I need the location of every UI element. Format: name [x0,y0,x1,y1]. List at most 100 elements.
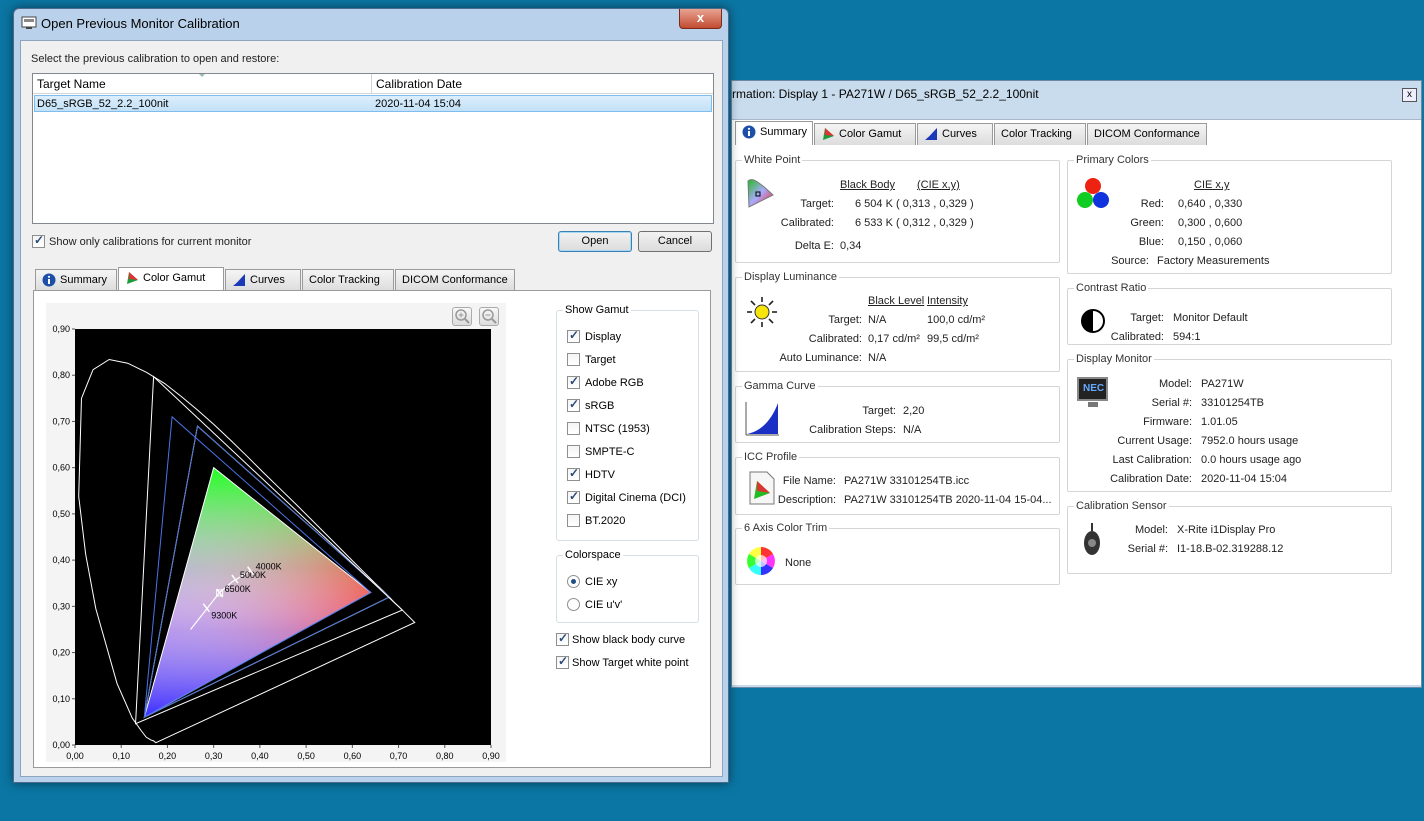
y-tick-label: 0,90 [52,324,70,334]
steps-label: Calibration Steps: [809,424,896,436]
red-value: 0,640 , 0,330 [1178,198,1243,210]
close-button[interactable]: x [1402,88,1417,102]
group-title: Primary Colors [1074,154,1151,166]
show-only-current-label: Show only calibrations for current monit… [49,236,252,248]
calibrated-value: 594:1 [1173,331,1201,343]
target-white-checkbox[interactable] [556,654,569,669]
model-value: X-Rite i1Display Pro [1177,524,1276,536]
target-label: Target: [828,314,862,326]
y-tick-label: 0,80 [52,370,70,380]
cie-uv-radio[interactable] [567,598,580,611]
curve-icon [925,128,937,141]
tab-label: Color Tracking [309,274,380,286]
black-body-label: Show black body curve [572,634,686,646]
cie-header: CIE x,y [1194,179,1230,191]
gamut-icon [823,128,834,141]
description-value: PA271W 33101254TB 2020-11-04 15-04... [844,494,1052,506]
tab-label: Color Gamut [839,128,902,140]
tab-summary[interactable]: Summary [35,269,117,291]
tab-label: Color Tracking [1001,128,1072,140]
tab-curves[interactable]: Curves [225,269,301,291]
intensity-header: Intensity [927,295,968,307]
gamut-checkbox-smpte-c[interactable] [567,445,580,458]
target-label: Target: [1130,312,1164,324]
gamut-checkbox-ntsc-1953[interactable] [567,422,580,435]
gamut-option-label: BT.2020 [585,515,626,527]
info-icon [42,273,56,287]
gamut-checkbox-bt-2020[interactable] [567,514,580,527]
cie-xy-radio[interactable] [567,575,580,588]
tab-dicom[interactable]: DICOM Conformance [395,269,515,291]
calibration-list[interactable]: Target Name Calibration Date D65_sRGB_52… [32,73,714,224]
tab-dicom[interactable]: DICOM Conformance [1087,123,1207,145]
tab-color-gamut[interactable]: Color Gamut [118,267,224,292]
calibration-date-label: Calibration Date: [1110,473,1192,485]
colorspace-group: Colorspace [556,549,699,623]
column-label: Target Name [37,77,106,91]
cie-header: (CIE x,y) [917,179,960,191]
open-button[interactable]: Open [558,231,632,252]
calibrated-black: 0,17 cd/m² [868,333,920,345]
list-row[interactable]: D65_sRGB_52_2.2_100nit 2020-11-04 15:04 [34,95,712,112]
auto-luminance-value: N/A [868,352,887,364]
last-calibration-value: 0.0 hours usage ago [1201,454,1302,466]
tab-curves[interactable]: Curves [917,123,993,145]
cancel-button[interactable]: Cancel [638,231,712,252]
auto-luminance-label: Auto Luminance: [779,352,862,364]
model-value: PA271W [1201,378,1244,390]
delta-label: Delta E: [794,240,834,252]
tab-label: Color Gamut [143,272,206,284]
y-tick-label: 0,00 [52,740,70,750]
x-tick-label: 0,80 [436,751,454,761]
y-tick-label: 0,40 [52,555,70,565]
y-tick-label: 0,70 [52,416,70,426]
black-body-checkbox[interactable] [556,631,569,646]
y-tick-label: 0,50 [52,509,70,519]
tab-summary[interactable]: Summary [735,121,813,145]
column-target-name[interactable]: Target Name [33,74,372,94]
gamma-group: Gamma Curve Target: 2,20 Calibration Ste… [735,380,1060,443]
gamut-option-label: HDTV [585,469,615,481]
x-tick-label: 0,10 [112,751,130,761]
gamut-checkbox-hdtv[interactable] [567,466,580,481]
source-value: Factory Measurements [1157,255,1270,267]
gamut-checkbox-digital-cinema-dci[interactable] [567,489,580,504]
green-label: Green: [1130,217,1164,229]
target-black: N/A [868,314,887,326]
tab-color-tracking[interactable]: Color Tracking [994,123,1086,145]
group-title: 6 Axis Color Trim [742,522,830,534]
gamut-checkbox-target[interactable] [567,353,580,366]
y-tick-label: 0,10 [52,694,70,704]
gamut-option-label: NTSC (1953) [585,423,650,435]
firmware-value: 1.01.05 [1201,416,1238,428]
close-button[interactable]: x [679,9,722,29]
target-label: Target: [800,198,834,210]
calibrated-label: Calibrated: [780,217,834,229]
open-calibration-dialog: Open Previous Monitor Calibration x Sele… [13,8,729,783]
serial-value: I1-18.B-02.319288.12 [1177,543,1284,555]
gamut-checkbox-display[interactable] [567,328,580,343]
tab-color-gamut[interactable]: Color Gamut [814,123,916,145]
calibrated-value: 6 533 K ( 0,312 , 0,329 ) [855,217,974,229]
target-value: 6 504 K ( 0,313 , 0,329 ) [855,198,974,210]
file-name-label: File Name: [782,475,836,487]
icc-group: ICC Profile File Name: PA271W 33101254TB… [735,451,1060,515]
model-label: Model: [1134,524,1168,536]
group-title: Show Gamut [563,304,631,316]
tab-color-tracking[interactable]: Color Tracking [302,269,394,291]
column-calibration-date[interactable]: Calibration Date [372,74,713,94]
contrast-group: Contrast Ratio Target: Monitor Default C… [1067,282,1392,345]
gamut-checkbox-adobe-rgb[interactable] [567,374,580,389]
gamut-option-label: Adobe RGB [585,377,644,389]
cie-uv-label: CIE u'v' [585,599,623,611]
model-label: Model: [1158,378,1192,390]
group-title: Contrast Ratio [1074,282,1149,294]
tab-label: Summary [760,126,808,138]
red-label: Red: [1140,198,1164,210]
row-target-name: D65_sRGB_52_2.2_100nit [37,98,169,110]
target-white-label: Show Target white point [572,657,689,669]
show-only-current-checkbox[interactable] [32,233,45,248]
target-intensity: 100,0 cd/m² [927,314,986,326]
gamut-checkbox-srgb[interactable] [567,397,580,412]
x-tick-label: 0,70 [390,751,408,761]
